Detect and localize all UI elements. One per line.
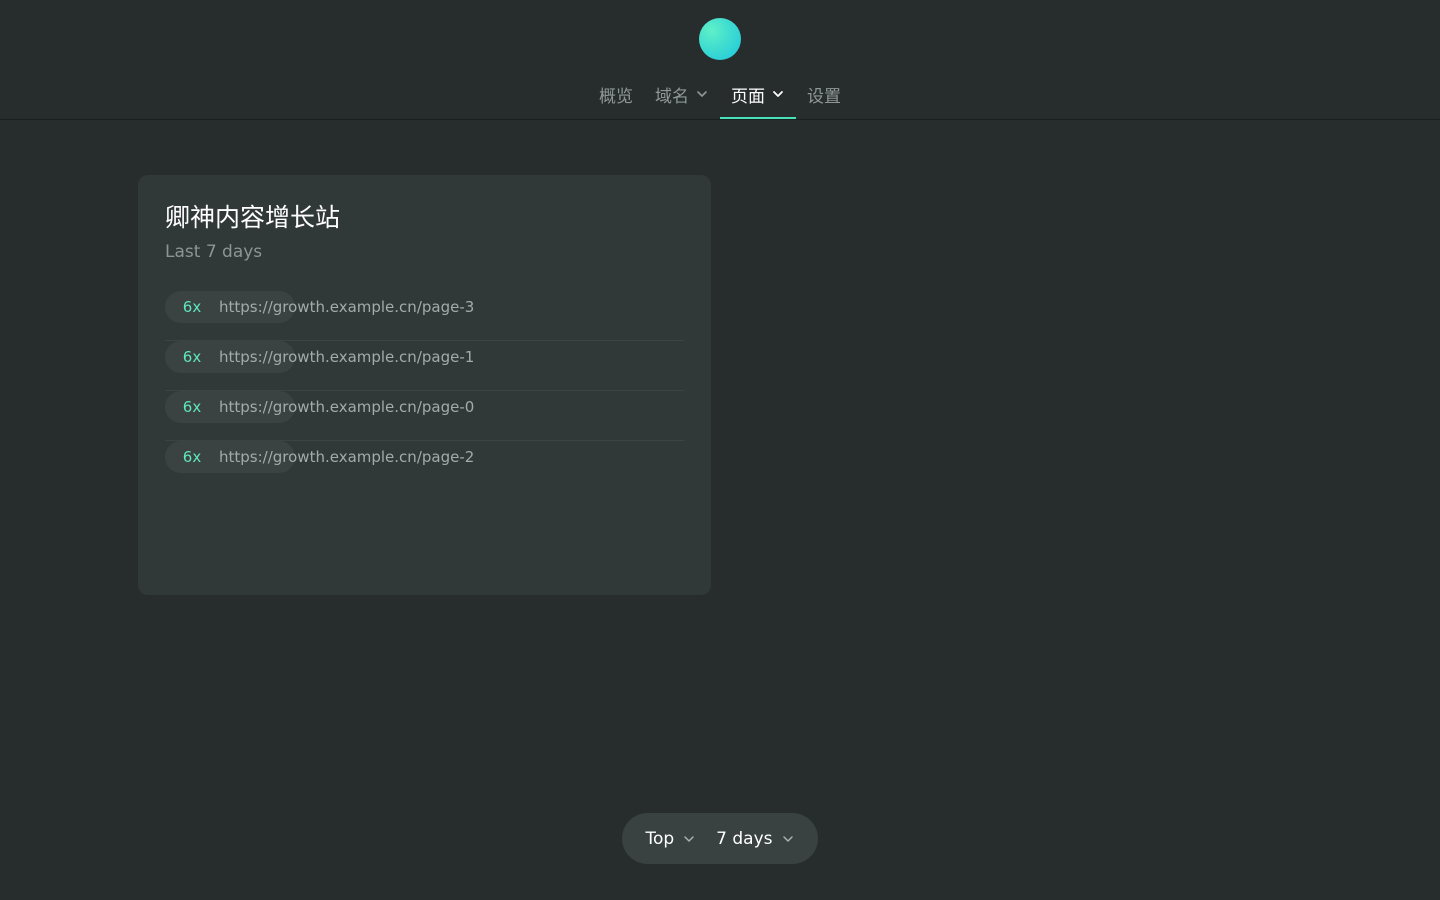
nav-item-domains[interactable]: 域名 <box>644 78 720 110</box>
chevron-down-icon <box>781 832 795 846</box>
visit-count: 6x <box>182 448 202 466</box>
nav-item-label: 页面 <box>731 86 765 107</box>
sort-dropdown[interactable]: Top <box>645 829 696 849</box>
sort-dropdown-label: Top <box>645 828 675 849</box>
chevron-down-icon <box>695 87 709 101</box>
card-subtitle: Last 7 days <box>165 242 263 262</box>
list-item[interactable]: 6x https://growth.example.cn/page-3 <box>165 291 684 341</box>
nav-item-label: 设置 <box>807 86 841 107</box>
logo-icon[interactable] <box>699 18 741 60</box>
filter-bar: Top 7 days <box>622 813 818 864</box>
nav-item-label: 域名 <box>655 86 689 107</box>
nav-item-settings[interactable]: 设置 <box>796 78 852 110</box>
list-item[interactable]: 6x https://growth.example.cn/page-1 <box>165 341 684 391</box>
visit-count: 6x <box>182 298 202 316</box>
nav-item-overview[interactable]: 概览 <box>588 78 644 110</box>
visit-count: 6x <box>182 398 202 416</box>
main-nav: 概览 域名 页面 设置 <box>0 78 1440 120</box>
page-url[interactable]: https://growth.example.cn/page-2 <box>219 441 474 473</box>
page-list: 6x https://growth.example.cn/page-3 6x h… <box>165 291 684 491</box>
range-dropdown-label: 7 days <box>716 828 773 849</box>
pages-card: 卿神内容增长站 Last 7 days 6x https://growth.ex… <box>138 175 711 595</box>
page-url[interactable]: https://growth.example.cn/page-1 <box>219 341 474 373</box>
visit-count: 6x <box>182 348 202 366</box>
page-url[interactable]: https://growth.example.cn/page-0 <box>219 391 474 423</box>
range-dropdown[interactable]: 7 days <box>716 829 794 849</box>
nav-item-label: 概览 <box>599 86 633 107</box>
top-bar: 概览 域名 页面 设置 <box>0 0 1440 120</box>
chevron-down-icon <box>771 87 785 101</box>
chevron-down-icon <box>682 832 696 846</box>
nav-item-pages[interactable]: 页面 <box>720 78 796 119</box>
card-title: 卿神内容增长站 <box>165 203 341 232</box>
list-item[interactable]: 6x https://growth.example.cn/page-2 <box>165 441 684 491</box>
page-url[interactable]: https://growth.example.cn/page-3 <box>219 291 474 323</box>
list-item[interactable]: 6x https://growth.example.cn/page-0 <box>165 391 684 441</box>
